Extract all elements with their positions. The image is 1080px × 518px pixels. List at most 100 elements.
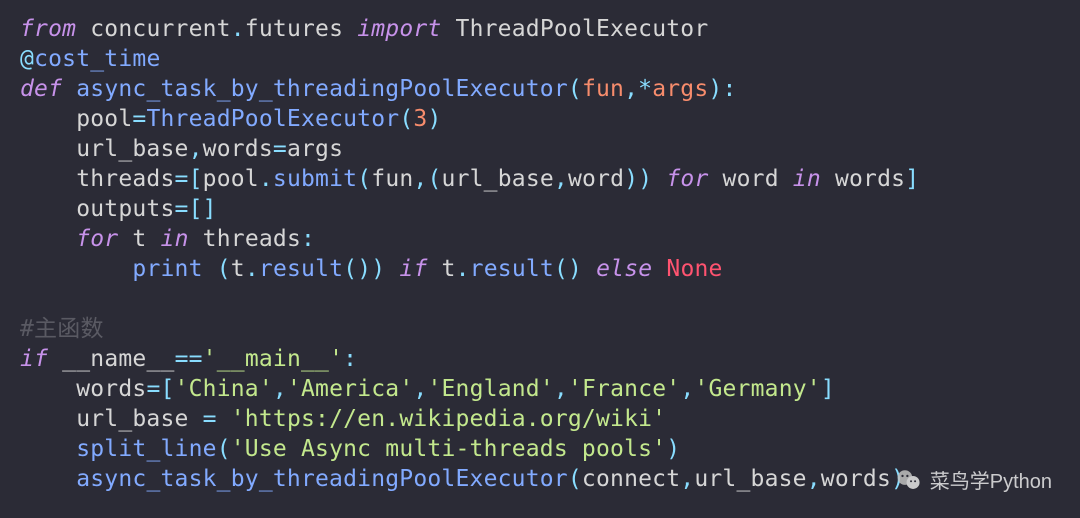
code-token xyxy=(20,436,76,462)
code-token: import xyxy=(357,16,441,42)
code-token: ( xyxy=(568,466,582,492)
code-token: args xyxy=(652,76,708,102)
code-token: fun xyxy=(371,166,413,192)
code-token: ( xyxy=(568,76,582,102)
code-token: '__main__' xyxy=(203,346,343,372)
code-token: t xyxy=(231,256,245,282)
code-token: url_base xyxy=(20,136,189,162)
code-line: split_line('Use Async multi-threads pool… xyxy=(20,436,680,462)
code-token: words xyxy=(821,166,905,192)
code-token: else xyxy=(596,256,652,282)
code-token xyxy=(203,256,217,282)
code-token xyxy=(652,256,666,282)
code-token: ()) xyxy=(343,256,399,282)
code-token: 3 xyxy=(413,106,427,132)
code-token: result xyxy=(470,256,554,282)
code-token xyxy=(20,466,76,492)
code-token: )) xyxy=(624,166,666,192)
code-token: url_base xyxy=(442,166,554,192)
code-token: split_line xyxy=(76,436,216,462)
code-token: __name__ xyxy=(62,346,174,372)
code-token: url_base xyxy=(694,466,806,492)
code-token: t xyxy=(428,256,456,282)
code-line: outputs=[] xyxy=(20,196,217,222)
code-token: ] xyxy=(905,166,919,192)
code-token: = xyxy=(203,406,217,432)
code-token: 'America' xyxy=(287,376,413,402)
code-token: #主函数 xyxy=(20,316,104,342)
code-line: for t in threads: xyxy=(20,226,315,252)
code-token: . xyxy=(231,16,245,42)
code-token: ,* xyxy=(624,76,652,102)
code-line: if __name__=='__main__': xyxy=(20,346,357,372)
code-token: 'England' xyxy=(427,376,553,402)
code-line: threads=[pool.submit(fun,(url_base,word)… xyxy=(20,166,919,192)
code-token: ( xyxy=(217,436,231,462)
code-token: ) xyxy=(891,466,905,492)
code-token: == xyxy=(175,346,203,372)
code-line: from concurrent.futures import ThreadPoo… xyxy=(20,16,708,42)
code-token: 'France' xyxy=(568,376,680,402)
code-line: #主函数 xyxy=(20,316,104,342)
code-token: threads xyxy=(189,226,301,252)
code-token: , xyxy=(807,466,821,492)
code-token: async_task_by_threadingPoolExecutor xyxy=(76,466,568,492)
code-token: ): xyxy=(708,76,736,102)
code-block: from concurrent.futures import ThreadPoo… xyxy=(0,0,1080,508)
code-token: ( xyxy=(217,256,231,282)
code-token: ] xyxy=(821,376,835,402)
code-token: = xyxy=(132,106,146,132)
code-token: , xyxy=(680,466,694,492)
code-token: , xyxy=(189,136,203,162)
code-token: pool xyxy=(20,106,132,132)
code-line: url_base,words=args xyxy=(20,136,343,162)
code-token xyxy=(20,256,132,282)
code-token: print xyxy=(132,256,202,282)
code-token: 'Germany' xyxy=(694,376,820,402)
code-token: cost_time xyxy=(34,46,160,72)
code-token: result xyxy=(259,256,343,282)
code-token: async_task_by_threadingPoolExecutor xyxy=(76,76,568,102)
code-token: =[ xyxy=(175,166,203,192)
code-token xyxy=(48,346,62,372)
code-token: 'Use Async multi-threads pools' xyxy=(231,436,666,462)
code-token: ( xyxy=(357,166,371,192)
code-token: words xyxy=(20,376,146,402)
code-token: . xyxy=(456,256,470,282)
code-token: =[ xyxy=(146,376,174,402)
code-token: for xyxy=(666,166,708,192)
code-token xyxy=(20,226,76,252)
code-token: : xyxy=(301,226,315,252)
code-token xyxy=(217,406,231,432)
code-token: 'https://en.wikipedia.org/wiki' xyxy=(231,406,666,432)
code-token: , xyxy=(680,376,694,402)
code-token: def xyxy=(20,76,62,102)
code-token xyxy=(62,76,76,102)
code-token: outputs xyxy=(20,196,175,222)
code-token: ,( xyxy=(413,166,441,192)
code-line: words=['China','America','England','Fran… xyxy=(20,376,835,402)
code-line: async_task_by_threadingPoolExecutor(conn… xyxy=(20,466,905,492)
code-token: in xyxy=(161,226,189,252)
code-token: connect xyxy=(582,466,680,492)
code-token: , xyxy=(554,376,568,402)
code-token: in xyxy=(793,166,821,192)
code-token: . xyxy=(259,166,273,192)
code-token: if xyxy=(20,346,48,372)
code-token: = xyxy=(273,136,287,162)
code-line: def async_task_by_threadingPoolExecutor(… xyxy=(20,76,737,102)
code-token: url_base xyxy=(20,406,203,432)
code-token: ThreadPoolExecutor xyxy=(441,16,708,42)
code-token: words xyxy=(821,466,891,492)
code-line: url_base = 'https://en.wikipedia.org/wik… xyxy=(20,406,666,432)
code-line: print (t.result()) if t.result() else No… xyxy=(20,256,723,282)
code-line: @cost_time xyxy=(20,46,161,72)
code-token: submit xyxy=(273,166,357,192)
code-token: ) xyxy=(427,106,441,132)
code-token: word xyxy=(568,166,624,192)
code-token: t xyxy=(118,226,160,252)
code-token: , xyxy=(554,166,568,192)
code-token: ( xyxy=(399,106,413,132)
code-token: =[] xyxy=(175,196,217,222)
code-token: @ xyxy=(20,46,34,72)
